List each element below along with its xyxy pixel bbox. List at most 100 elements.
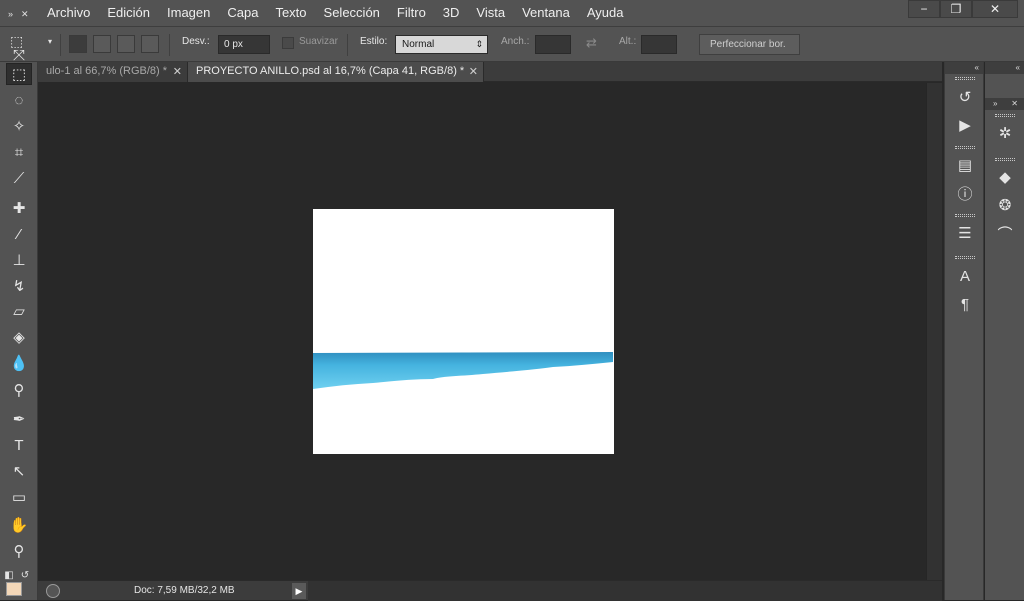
actions-panel-icon[interactable]: ▶ — [953, 114, 977, 136]
panel-grip[interactable] — [995, 158, 1015, 161]
new-selection-mode-icon[interactable] — [69, 35, 87, 53]
document-canvas[interactable] — [313, 209, 614, 454]
zoom-level-icon[interactable] — [46, 584, 60, 598]
tab-document-1[interactable]: ulo-1 al 66,7% (RGB/8) * ✕ — [38, 62, 188, 82]
dodge-icon[interactable]: ⚲ — [6, 379, 32, 401]
panel-grip[interactable] — [995, 114, 1015, 117]
paragraph-panel-icon[interactable]: ¶ — [953, 293, 977, 315]
expand-panels-icon[interactable]: » — [8, 9, 13, 21]
shape-icon[interactable]: ▭ — [6, 486, 32, 508]
alt-input[interactable] — [641, 35, 677, 54]
panel-grip[interactable] — [955, 146, 975, 149]
alt-label: Alt.: — [619, 36, 637, 47]
menu-imagen[interactable]: Imagen — [167, 5, 210, 20]
marquee-icon[interactable]: ⬚ — [6, 63, 32, 85]
canvas-artwork — [313, 352, 613, 389]
menu-texto[interactable]: Texto — [275, 5, 306, 20]
lasso-icon[interactable]: ◌ — [6, 89, 32, 111]
estilo-select[interactable]: Normal — [395, 35, 488, 54]
menu-ayuda[interactable]: Ayuda — [587, 5, 624, 20]
history-panel-icon[interactable]: ↺ — [953, 86, 977, 108]
zoom-icon[interactable]: ⚲ — [6, 540, 32, 562]
horizontal-scrollbar[interactable] — [308, 581, 942, 601]
channels-panel-icon[interactable]: ❂ — [993, 194, 1017, 216]
tools-panel: ⤧ ⬚ ◌ ✧ ⌗ ⟋ ✚ ⁄ ⊥ ↯ ▱ ◈ 💧 ⚲ ✒ T ↖ ▭ ✋ ⚲ … — [0, 47, 38, 600]
status-bar: Doc: 7,59 MB/32,2 MB ▶ — [38, 580, 942, 601]
minimize-button[interactable]: − — [908, 0, 940, 18]
menu-filtro[interactable]: Filtro — [397, 5, 426, 20]
menu-capa[interactable]: Capa — [227, 5, 258, 20]
separator — [60, 34, 61, 56]
collapse-dock-icon[interactable]: « — [975, 63, 979, 72]
menu-vista[interactable]: Vista — [476, 5, 505, 20]
tab-label: ulo-1 al 66,7% (RGB/8) * — [46, 65, 168, 77]
dock-subheader[interactable]: » ✕ — [985, 98, 1024, 110]
menu-archivo[interactable]: Archivo — [47, 5, 90, 20]
character-panel-icon[interactable]: A — [953, 265, 977, 287]
paint-bucket-icon[interactable]: ◈ — [6, 326, 32, 348]
navigator-panel-icon[interactable]: ✲ — [993, 122, 1017, 144]
close-button[interactable]: ✕ — [972, 0, 1018, 18]
healing-brush-icon[interactable]: ✚ — [6, 197, 32, 219]
suavizar-label: Suavizar — [299, 36, 338, 47]
brush-icon[interactable]: ⁄ — [6, 223, 32, 245]
document-tabs: ulo-1 al 66,7% (RGB/8) * ✕ PROYECTO ANIL… — [38, 62, 942, 82]
panel-collapse-control[interactable]: » ✕ — [8, 9, 36, 21]
expand-panels-icon[interactable]: » — [993, 99, 997, 108]
menu-3d[interactable]: 3D — [443, 5, 460, 20]
options-bar: ⬚ ▾ Desv.: 0 px Suavizar Estilo: Normal … — [0, 26, 1024, 62]
close-tab-icon[interactable]: ✕ — [173, 65, 182, 78]
anch-label: Anch.: — [501, 36, 530, 47]
menu-bar: » ✕ Archivo Edición Imagen Capa Texto Sel… — [0, 0, 1024, 26]
menu-seleccion[interactable]: Selección — [324, 5, 380, 20]
canvas-area[interactable] — [38, 83, 926, 580]
blur-icon[interactable]: 💧 — [6, 352, 32, 374]
eraser-icon[interactable]: ▱ — [6, 300, 32, 322]
main-menu: Archivo Edición Imagen Capa Texto Selecc… — [47, 5, 640, 20]
tab-label: PROYECTO ANILLO.psd al 16,7% (Capa 41, R… — [196, 65, 465, 77]
panel-grip[interactable] — [955, 214, 975, 217]
panel-grip[interactable] — [955, 77, 975, 80]
pen-icon[interactable]: ✒ — [6, 408, 32, 430]
properties-panel-icon[interactable]: ▤ — [953, 154, 977, 176]
close-tab-icon[interactable]: ✕ — [469, 65, 478, 78]
suavizar-checkbox[interactable] — [282, 37, 294, 49]
preset-dropdown-icon[interactable]: ▾ — [48, 37, 52, 46]
history-brush-icon[interactable]: ↯ — [6, 275, 32, 297]
dock-header[interactable]: « — [945, 62, 983, 74]
paths-panel-icon[interactable]: ⌒ — [993, 222, 1017, 244]
vertical-scrollbar[interactable] — [926, 83, 942, 580]
tab-proyecto-anillo[interactable]: PROYECTO ANILLO.psd al 16,7% (Capa 41, R… — [188, 62, 484, 82]
swap-dimensions-icon[interactable]: ⇄ — [586, 35, 597, 51]
desv-label: Desv.: — [182, 36, 210, 47]
menu-ventana[interactable]: Ventana — [522, 5, 570, 20]
crop-icon[interactable]: ⌗ — [6, 141, 32, 163]
stamp-icon[interactable]: ⊥ — [6, 249, 32, 271]
panel-grip[interactable] — [955, 256, 975, 259]
anch-input[interactable] — [535, 35, 571, 54]
menu-edicion[interactable]: Edición — [107, 5, 150, 20]
estilo-label: Estilo: — [360, 36, 388, 47]
dock-header[interactable]: « — [985, 62, 1024, 74]
hand-icon[interactable]: ✋ — [6, 514, 32, 536]
status-menu-arrow-icon[interactable]: ▶ — [292, 583, 306, 599]
eyedropper-icon[interactable]: ⟋ — [6, 167, 32, 189]
desv-input[interactable]: 0 px — [218, 35, 270, 54]
close-panel-icon[interactable]: ✕ — [1011, 99, 1018, 108]
refine-edge-button[interactable]: Perfeccionar bor. — [699, 34, 800, 55]
intersect-selection-mode-icon[interactable] — [141, 35, 159, 53]
path-selection-icon[interactable]: ↖ — [6, 460, 32, 482]
type-icon[interactable]: T — [6, 434, 32, 456]
panel-dock-left: « ↺ ▶ ▤ ⓘ ☰ A ¶ — [944, 62, 984, 600]
collapse-dock-icon[interactable]: « — [1016, 63, 1020, 72]
magic-wand-icon[interactable]: ✧ — [6, 115, 32, 137]
add-selection-mode-icon[interactable] — [93, 35, 111, 53]
close-panel-icon[interactable]: ✕ — [21, 9, 29, 21]
layers-panel-icon[interactable]: ◆ — [993, 166, 1017, 188]
clone-source-panel-icon[interactable]: ☰ — [953, 222, 977, 244]
window-controls: − ❐ ✕ — [908, 0, 1018, 18]
restore-button[interactable]: ❐ — [940, 0, 972, 18]
foreground-color-swatch[interactable] — [6, 582, 22, 596]
info-panel-icon[interactable]: ⓘ — [953, 182, 977, 204]
subtract-selection-mode-icon[interactable] — [117, 35, 135, 53]
